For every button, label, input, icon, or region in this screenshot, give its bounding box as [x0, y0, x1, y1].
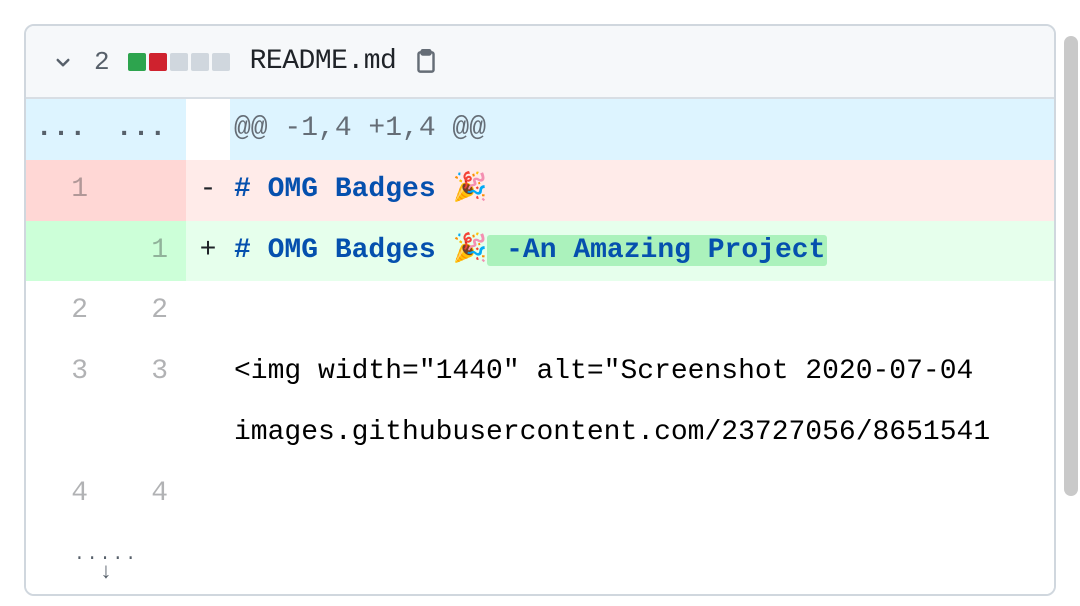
code-line: [230, 464, 1054, 525]
expand-down-icon[interactable]: ····· ↓: [26, 525, 186, 594]
old-line-number: [26, 403, 106, 464]
markdown-heading: # OMG Badges: [234, 235, 452, 266]
old-line-number[interactable]: [26, 221, 106, 282]
diff-row-context-wrap: images.githubusercontent.com/23727056/86…: [26, 403, 1054, 464]
new-line-number: [106, 403, 186, 464]
markdown-heading: # OMG Badges: [234, 174, 452, 205]
chevron-down-icon[interactable]: [50, 49, 76, 75]
old-line-number[interactable]: 2: [26, 281, 106, 342]
diff-row-context: 4 4: [26, 464, 1054, 525]
marker-none: [186, 281, 230, 342]
marker-plus: +: [186, 221, 230, 282]
diffstat-neutral-square: [191, 53, 209, 71]
change-count: 2: [94, 47, 110, 77]
diff-row-context: 3 3 <img width="1440" alt="Screenshot 20…: [26, 342, 1054, 403]
old-line-number[interactable]: 4: [26, 464, 106, 525]
diff-table: ... ... @@ -1,4 +1,4 @@ 1 - # OMG Badges…: [26, 99, 1054, 594]
new-line-number[interactable]: 1: [106, 221, 186, 282]
added-text-span: -An Amazing Project: [487, 235, 827, 266]
marker-none: [186, 342, 230, 403]
hunk-header-row[interactable]: ... ... @@ -1,4 +1,4 @@: [26, 99, 1054, 160]
new-line-number[interactable]: [106, 160, 186, 221]
scrollbar-thumb[interactable]: [1064, 36, 1078, 496]
marker-minus: -: [186, 160, 230, 221]
new-line-number[interactable]: 3: [106, 342, 186, 403]
marker-none: [186, 464, 230, 525]
diff-file: 2 README.md ... ... @@ -1,4 +1,4 @@ 1: [24, 24, 1056, 596]
file-header: 2 README.md: [26, 26, 1054, 99]
diff-row-deleted: 1 - # OMG Badges 🎉: [26, 160, 1054, 221]
diffstat-add-square: [128, 53, 146, 71]
old-line-number[interactable]: 3: [26, 342, 106, 403]
diff-row-added: 1 + # OMG Badges 🎉 -An Amazing Project: [26, 221, 1054, 282]
hunk-header-text: @@ -1,4 +1,4 @@: [230, 99, 1054, 160]
code-line: # OMG Badges 🎉: [230, 160, 1054, 221]
diffstat-del-square: [149, 53, 167, 71]
code-line: <img width="1440" alt="Screenshot 2020-0…: [230, 342, 1054, 403]
diffstat-neutral-square: [212, 53, 230, 71]
code-line: # OMG Badges 🎉 -An Amazing Project: [230, 221, 1054, 282]
diffstat-neutral-square: [170, 53, 188, 71]
diff-row-context: 2 2: [26, 281, 1054, 342]
vertical-scrollbar[interactable]: [1062, 24, 1080, 606]
hunk-old-col: ...: [26, 99, 106, 160]
file-name[interactable]: README.md: [250, 46, 397, 77]
marker-none: [186, 403, 230, 464]
emoji-party: 🎉: [452, 174, 487, 205]
diffstat: [128, 53, 230, 71]
hunk-new-col: ...: [106, 99, 186, 160]
copy-icon[interactable]: [412, 48, 440, 76]
new-line-number[interactable]: 2: [106, 281, 186, 342]
new-line-number[interactable]: 4: [106, 464, 186, 525]
arrow-down-icon: ↓: [99, 566, 112, 579]
expand-row[interactable]: ····· ↓: [26, 525, 1054, 594]
code-line: [230, 281, 1054, 342]
emoji-party: 🎉: [452, 235, 487, 266]
code-line: images.githubusercontent.com/23727056/86…: [230, 403, 1054, 464]
old-line-number[interactable]: 1: [26, 160, 106, 221]
